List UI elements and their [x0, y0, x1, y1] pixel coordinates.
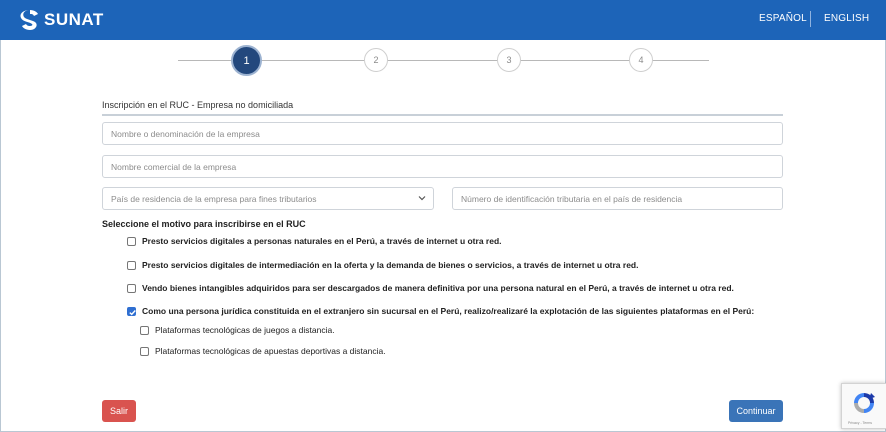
recaptcha-badge[interactable]: Privacy - Terms: [841, 383, 886, 429]
trade-name-input[interactable]: Nombre comercial de la empresa: [102, 155, 783, 178]
reason-option-2[interactable]: Presto servicios digitales de intermedia…: [127, 260, 639, 270]
language-spanish-link[interactable]: ESPAÑOL: [759, 13, 807, 24]
trade-name-placeholder: Nombre comercial de la empresa: [111, 161, 237, 172]
reason-option-1[interactable]: Presto servicios digitales a personas na…: [127, 236, 502, 246]
tax-id-placeholder: Número de identificación tributaria en e…: [461, 193, 683, 204]
platform-option-sports-betting[interactable]: Plataformas tecnológicas de apuestas dep…: [140, 346, 386, 356]
checkbox[interactable]: [140, 325, 149, 335]
reason-option-4[interactable]: Como una persona jurídica constituida en…: [127, 306, 754, 316]
checkbox[interactable]: [127, 283, 136, 293]
reason-question: Seleccione el motivo para inscribirse en…: [102, 219, 306, 229]
checkbox[interactable]: [127, 260, 136, 270]
language-english-link[interactable]: ENGLISH: [824, 13, 869, 24]
country-select[interactable]: País de residencia de la empresa para fi…: [102, 187, 434, 210]
sunat-logo[interactable]: SUNAT: [20, 8, 104, 32]
top-header: SUNAT ESPAÑOL ENGLISH: [0, 0, 886, 40]
brand-name: SUNAT: [44, 10, 104, 29]
step-1: 1: [231, 45, 262, 76]
platform-option-games[interactable]: Plataformas tecnológicas de juegos a dis…: [140, 325, 335, 335]
reason-option-label: Como una persona jurídica constituida en…: [142, 306, 755, 316]
language-separator: [810, 11, 811, 27]
step-4: 4: [629, 48, 653, 72]
reason-option-label: Presto servicios digitales a personas na…: [142, 236, 502, 246]
recaptcha-terms[interactable]: Privacy - Terms: [848, 421, 872, 425]
tax-id-input[interactable]: Número de identificación tributaria en e…: [452, 187, 783, 210]
checkbox-checked[interactable]: [127, 306, 136, 316]
reason-option-3[interactable]: Vendo bienes intangibles adquiridos para…: [127, 283, 734, 293]
reason-option-label: Vendo bienes intangibles adquiridos para…: [142, 283, 734, 293]
chevron-down-icon: [417, 193, 427, 203]
company-name-input[interactable]: Nombre o denominación de la empresa: [102, 122, 783, 145]
sunat-logo-icon: [20, 9, 40, 31]
platform-option-label: Plataformas tecnológicas de apuestas dep…: [155, 346, 386, 356]
recaptcha-icon: [851, 390, 877, 421]
step-2: 2: [364, 48, 388, 72]
step-3: 3: [497, 48, 521, 72]
company-name-placeholder: Nombre o denominación de la empresa: [111, 128, 260, 139]
continue-button[interactable]: Continuar: [729, 400, 783, 422]
section-title: Inscripción en el RUC - Empresa no domic…: [102, 100, 294, 110]
country-select-value: País de residencia de la empresa para fi…: [111, 193, 317, 204]
reason-option-label: Presto servicios digitales de intermedia…: [142, 260, 639, 270]
checkbox[interactable]: [140, 346, 149, 356]
exit-button[interactable]: Salir: [102, 400, 136, 422]
page-frame: [0, 0, 886, 432]
platform-option-label: Plataformas tecnológicas de juegos a dis…: [155, 325, 335, 335]
section-divider: [102, 114, 783, 116]
checkbox[interactable]: [127, 236, 136, 246]
